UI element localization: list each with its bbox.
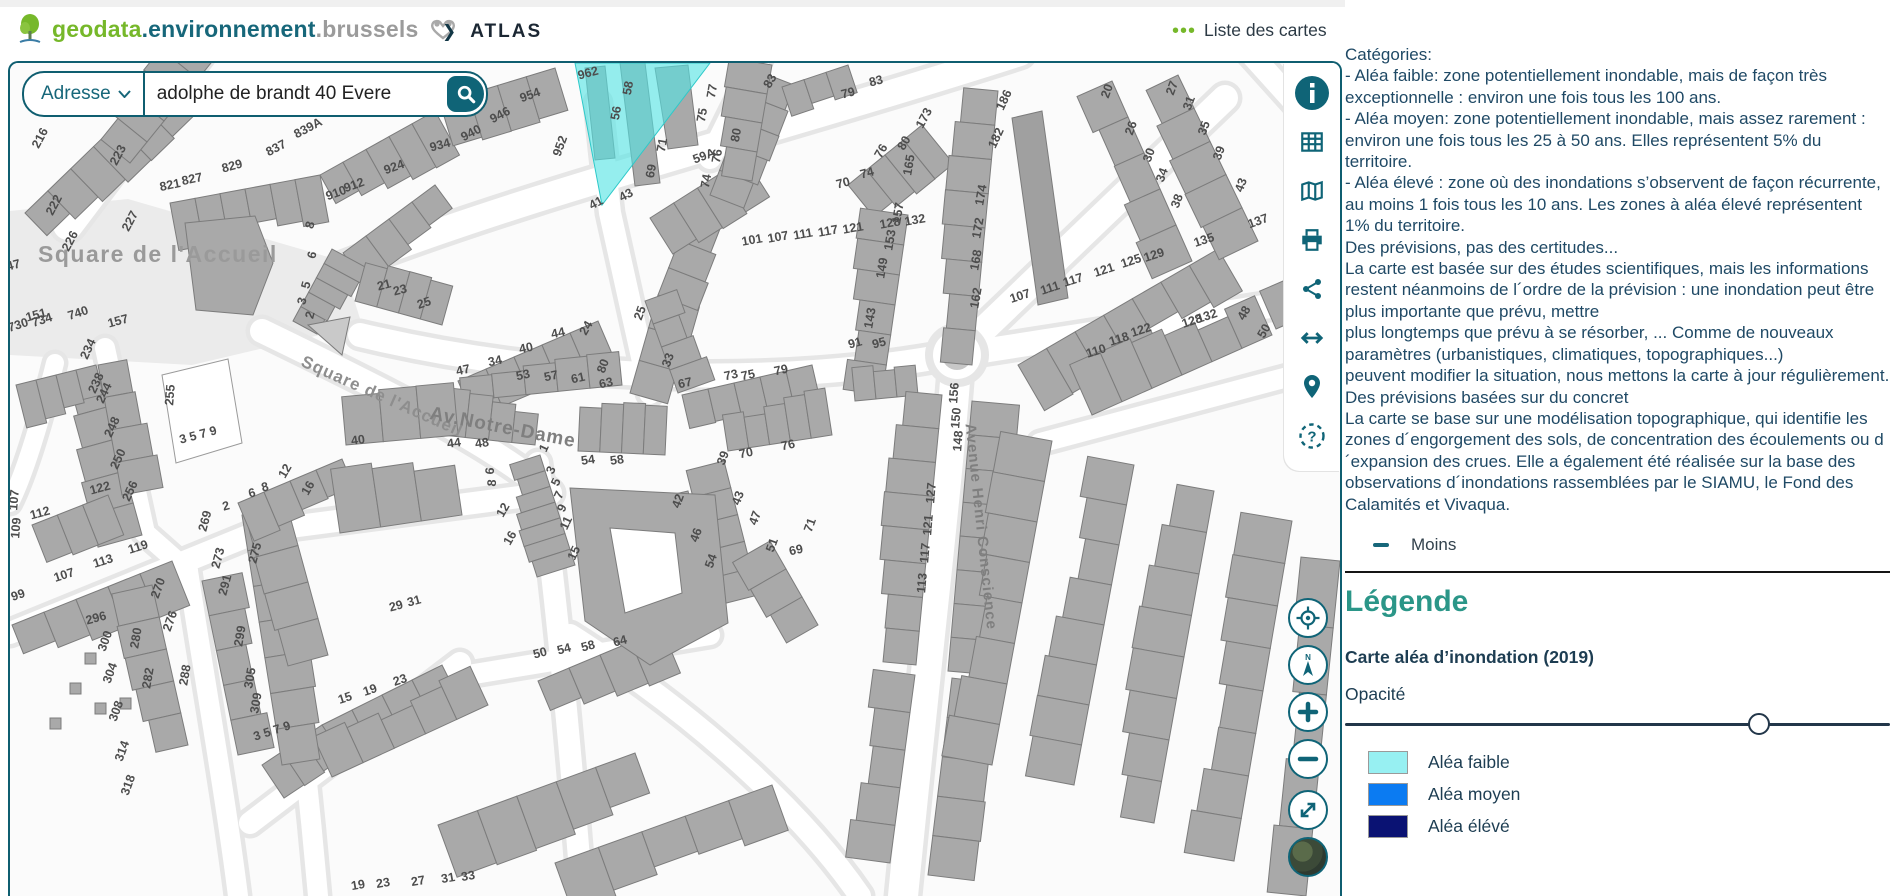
zoom-in-control-button[interactable] [1288,692,1328,732]
legend-swatch [1368,815,1408,838]
map-controls: N [1288,598,1328,877]
compass-control-button[interactable]: N [1288,645,1328,685]
minus-icon [1373,543,1389,547]
help-icon: ? [1298,422,1326,450]
description-paragraph: Des prévisions, pas des certitudes... [1345,237,1890,258]
search-category-select[interactable]: Adresse [24,73,143,115]
opacity-slider[interactable] [1345,713,1890,737]
zoom-out-control-button[interactable] [1288,739,1328,779]
legend-swatch [1368,783,1408,806]
svg-text:N: N [1305,653,1311,662]
logo-brussels: .brussels [316,16,419,42]
logo-geodata: geodata [52,16,142,42]
measure-tool-button[interactable] [1294,320,1330,356]
search-category-label: Adresse [41,83,111,105]
marker-tool-button[interactable] [1294,369,1330,405]
legend-row: Aléa faible [1368,751,1897,774]
table-icon [1299,129,1325,155]
fullscreen-icon [1296,798,1320,822]
share-icon [1300,277,1324,301]
fullscreen-control-button[interactable] [1288,790,1328,830]
help-tool-button[interactable]: ? [1294,418,1330,454]
table-tool-button[interactable] [1294,124,1330,160]
marker-icon [1301,374,1323,400]
print-icon [1299,227,1325,253]
map-container[interactable]: Square de l'AccueilSquare de l'AccueilAv… [8,61,1342,896]
liste-des-cartes-label: Liste des cartes [1204,20,1327,41]
tree-logo-icon [16,13,44,45]
map-toolbar: ? [1284,63,1340,471]
show-less-label: Moins [1411,535,1456,555]
basemap[interactable] [10,63,1340,896]
measure-icon [1299,325,1325,351]
layer-title: Carte aléa d’inondation (2019) [1345,647,1897,668]
liste-des-cartes-button[interactable]: ••• Liste des cartes [1172,20,1327,41]
description-paragraph: - Aléa faible: zone potentiellement inon… [1345,65,1890,108]
panel-divider [1345,571,1890,573]
search-button[interactable] [447,76,484,112]
geolocate-icon [1295,605,1321,631]
opacity-slider-track[interactable] [1345,723,1890,727]
info-icon [1294,75,1330,111]
description-paragraph: plus longtemps que prévu à se résorber, … [1345,322,1890,365]
logo-text: geodata.environnement.brussels [52,16,418,43]
logo-environnement: .environnement [142,16,316,42]
chevron-down-icon [118,90,131,98]
description-paragraph: La carte est basée sur des études scient… [1345,258,1890,322]
legend-items: Aléa faible Aléa moyen Aléa élévé [1345,751,1897,838]
show-less-button[interactable]: Moins [1373,535,1897,555]
dots-icon: ••• [1172,26,1196,36]
description-paragraph: La carte se base sur une modélisation to… [1345,408,1890,515]
zoom-in-icon [1296,700,1320,724]
legend-label: Aléa moyen [1428,784,1520,805]
layer-description: Catégories:- Aléa faible: zone potentiel… [1345,0,1897,515]
site-logo[interactable]: geodata.environnement.brussels [16,13,456,45]
zoom-out-icon [1296,747,1320,771]
opacity-slider-handle[interactable] [1748,713,1770,735]
description-paragraph: peuvent modifier la situation, nous mett… [1345,365,1890,386]
description-paragraph: Des prévisions basées sur du concret [1345,387,1890,408]
search-bar: Adresse [22,71,488,117]
legend-swatch [1368,751,1408,774]
description-paragraph: - Aléa élevé : zone où des inondations s… [1345,172,1890,236]
basemap-toggle-button[interactable] [1288,837,1328,877]
legend-label: Aléa faible [1428,752,1510,773]
svg-text:?: ? [1307,429,1316,446]
map-icon [1299,178,1325,204]
print-tool-button[interactable] [1294,222,1330,258]
share-tool-button[interactable] [1294,271,1330,307]
info-panel: Catégories:- Aléa faible: zone potentiel… [1345,0,1897,894]
legend-row: Aléa moyen [1368,783,1897,806]
info-tool-button[interactable] [1294,75,1330,111]
geolocate-control-button[interactable] [1288,598,1328,638]
opacity-label: Opacité [1345,684,1897,705]
legend-title: Légende [1345,585,1897,619]
app-title: ATLAS [470,21,542,43]
description-paragraph: - Aléa moyen: zone potentiellement inond… [1345,108,1890,172]
description-paragraph: Catégories: [1345,44,1890,65]
search-input[interactable] [145,83,447,105]
legend-row: Aléa élévé [1368,815,1897,838]
chevron-right-icon: ❯ [442,22,456,42]
compass-icon: N [1296,652,1320,678]
map-tool-button[interactable] [1294,173,1330,209]
breadcrumb: ❯ ATLAS [442,21,542,43]
search-icon [456,84,476,104]
legend-label: Aléa élévé [1428,816,1510,837]
